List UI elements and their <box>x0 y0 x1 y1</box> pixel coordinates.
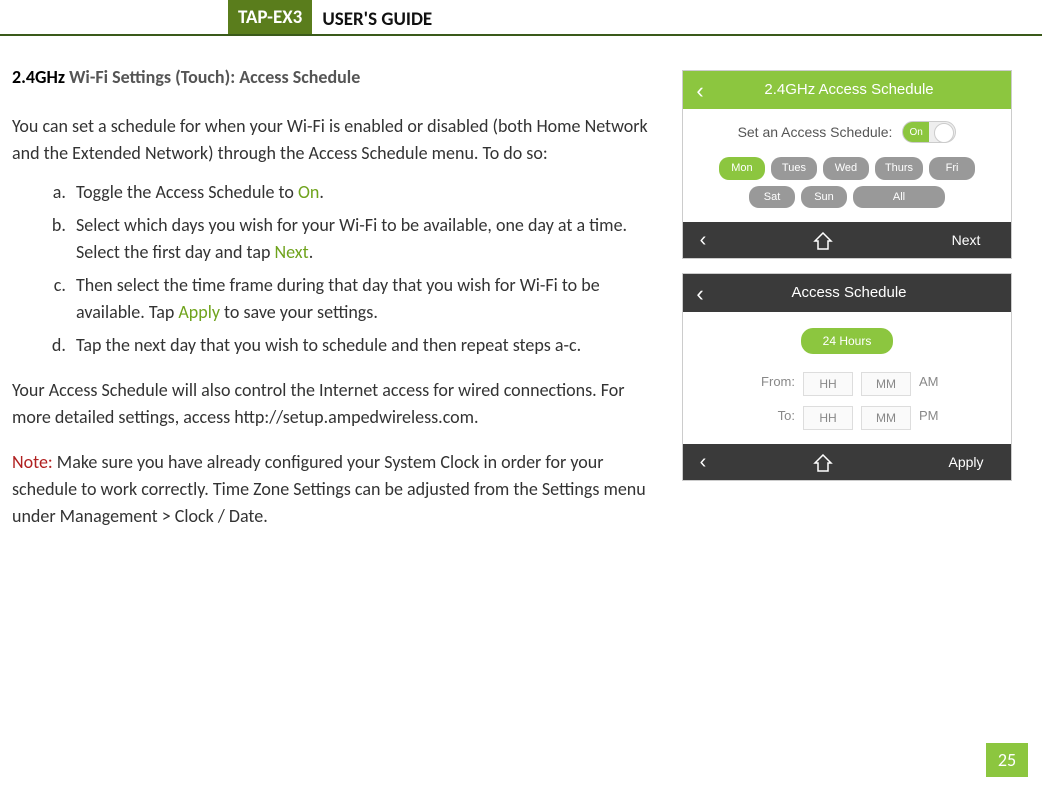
day-pill-fri[interactable]: Fri <box>929 157 975 180</box>
step-c-post: to save your settings. <box>220 301 378 323</box>
step-b: Select which days you wish for your Wi-F… <box>70 212 664 266</box>
back-icon[interactable]: ‹ <box>683 71 717 109</box>
footer-home[interactable] <box>723 454 921 470</box>
fig1-header: ‹ 2.4GHz Access Schedule <box>683 71 1011 109</box>
footer-back-icon[interactable]: ‹ <box>683 447 723 477</box>
figure-column: ‹ 2.4GHz Access Schedule Set an Access S… <box>682 64 1012 542</box>
day-pill-thurs[interactable]: Thurs <box>875 157 923 180</box>
day-pill-mon[interactable]: Mon <box>719 157 765 180</box>
home-icon <box>813 232 831 248</box>
time-grid: From: HH MM AM To: HH MM PM <box>697 372 997 430</box>
fig2-footer: ‹ Apply <box>683 444 1011 480</box>
note-paragraph: Note: Make sure you have already configu… <box>12 449 664 530</box>
day-pill-sat[interactable]: Sat <box>749 186 795 209</box>
step-b-post: . <box>309 241 314 263</box>
note-label: Note: <box>12 451 53 473</box>
doc-header: TAP-EX3 USER'S GUIDE <box>0 0 1042 36</box>
from-mm[interactable]: MM <box>861 372 911 396</box>
fig2-title: Access Schedule <box>717 282 1011 305</box>
day-pill-all[interactable]: All <box>853 186 945 209</box>
day-pill-wed[interactable]: Wed <box>823 157 869 180</box>
steps-list: Toggle the Access Schedule to On. Select… <box>12 179 664 359</box>
fig1-set-label: Set an Access Schedule: <box>738 122 893 143</box>
hours-badge[interactable]: 24 Hours <box>801 328 894 354</box>
note-text: Make sure you have already configured yo… <box>12 451 646 527</box>
step-c-apply: Apply <box>178 301 220 323</box>
to-label: To: <box>735 406 795 430</box>
day-pill-sun[interactable]: Sun <box>801 186 847 209</box>
step-b-next: Next <box>275 241 309 263</box>
from-hh[interactable]: HH <box>803 372 853 396</box>
step-c: Then select the time frame during that d… <box>70 272 664 326</box>
after-paragraph: Your Access Schedule will also control t… <box>12 377 664 431</box>
fig1-title: 2.4GHz Access Schedule <box>717 79 1011 102</box>
day-pill-tues[interactable]: Tues <box>771 157 817 180</box>
fig1-panel: ‹ 2.4GHz Access Schedule Set an Access S… <box>682 70 1012 259</box>
from-label: From: <box>735 372 795 396</box>
fig2-body: 24 Hours From: HH MM AM To: HH MM PM <box>683 312 1011 444</box>
to-ampm[interactable]: PM <box>919 406 959 430</box>
guide-title: USER'S GUIDE <box>312 0 432 34</box>
header-spacer <box>0 0 228 34</box>
step-a: Toggle the Access Schedule to On. <box>70 179 664 206</box>
fig1-body: Set an Access Schedule: On Mon Tues Wed … <box>683 109 1011 222</box>
fig2-panel: ‹ Access Schedule 24 Hours From: HH MM A… <box>682 273 1012 481</box>
fig1-next-button[interactable]: Next <box>921 230 1011 251</box>
page-number: 25 <box>986 743 1028 777</box>
step-a-post: . <box>319 181 324 203</box>
fig2-apply-button[interactable]: Apply <box>921 452 1011 473</box>
section-title: 2.4GHz Wi-Fi Settings (Touch): Access Sc… <box>12 64 664 91</box>
back-icon[interactable]: ‹ <box>683 274 717 312</box>
from-ampm[interactable]: AM <box>919 372 959 396</box>
toggle-on[interactable]: On <box>902 121 956 143</box>
step-a-on: On <box>298 181 319 203</box>
to-mm[interactable]: MM <box>861 406 911 430</box>
fig1-set-row: Set an Access Schedule: On <box>697 121 997 143</box>
step-a-pre: Toggle the Access Schedule to <box>76 181 298 203</box>
footer-home[interactable] <box>723 232 921 248</box>
intro-paragraph: You can set a schedule for when your Wi-… <box>12 113 664 167</box>
section-title-rest: Wi-Fi Settings (Touch): Access Schedule <box>65 66 360 88</box>
home-icon <box>813 454 831 470</box>
section-title-ghz: 2.4GHz <box>12 66 65 88</box>
footer-back-icon[interactable]: ‹ <box>683 225 723 255</box>
text-column: 2.4GHz Wi-Fi Settings (Touch): Access Sc… <box>12 64 664 542</box>
fig2-header: ‹ Access Schedule <box>683 274 1011 312</box>
fig1-footer: ‹ Next <box>683 222 1011 258</box>
step-d: Tap the next day that you wish to schedu… <box>70 332 664 359</box>
step-b-pre: Select which days you wish for your Wi-F… <box>76 214 627 263</box>
to-hh[interactable]: HH <box>803 406 853 430</box>
day-pills: Mon Tues Wed Thurs Fri Sat Sun All <box>697 157 997 208</box>
model-badge: TAP-EX3 <box>228 0 312 34</box>
